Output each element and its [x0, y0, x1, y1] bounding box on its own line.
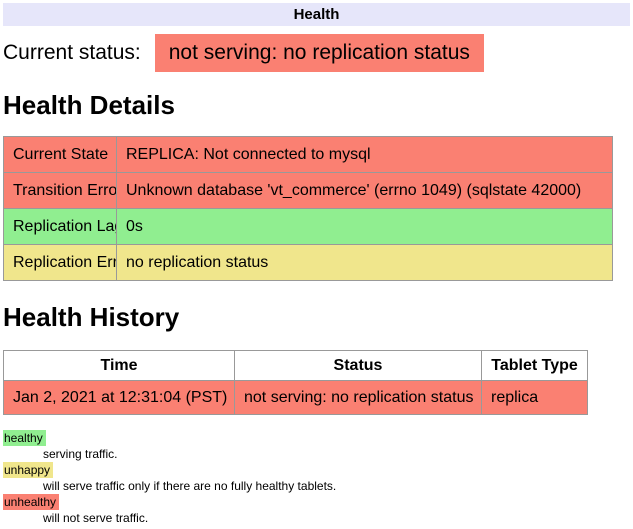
column-header-status: Status: [235, 351, 482, 381]
health-history-table: Time Status Tablet Type Jan 2, 2021 at 1…: [3, 350, 588, 415]
detail-label: Replication Lag: [4, 209, 117, 245]
legend-description: will not serve traffic.: [43, 510, 630, 526]
table-row: Transition Error Unknown database 'vt_co…: [4, 173, 613, 209]
legend-term-row: unhealthy: [3, 494, 630, 510]
detail-value: no replication status: [117, 245, 613, 281]
table-row: Replication Lag 0s: [4, 209, 613, 245]
current-status-label: Current status:: [3, 41, 141, 65]
detail-label: Current State: [4, 137, 117, 173]
health-details-heading: Health Details: [3, 90, 630, 120]
history-tablet-type-cell: replica: [482, 381, 588, 415]
history-status-cell: not serving: no replication status: [235, 381, 482, 415]
status-legend: healthy serving traffic. unhappy will se…: [3, 430, 630, 526]
legend-term-row: unhappy: [3, 462, 630, 478]
current-status-line: Current status: not serving: no replicat…: [3, 34, 630, 72]
legend-description: serving traffic.: [43, 446, 630, 462]
legend-term-row: healthy: [3, 430, 630, 446]
legend-term: unhappy: [3, 462, 53, 478]
detail-value: 0s: [117, 209, 613, 245]
column-header-tablet-type: Tablet Type: [482, 351, 588, 381]
table-row: Replication Error no replication status: [4, 245, 613, 281]
health-history-heading: Health History: [3, 302, 630, 332]
health-details-table: Current State REPLICA: Not connected to …: [3, 136, 613, 281]
page-header: Health: [3, 3, 630, 26]
table-row: Current State REPLICA: Not connected to …: [4, 137, 613, 173]
detail-label: Transition Error: [4, 173, 117, 209]
column-header-time: Time: [4, 351, 235, 381]
table-header-row: Time Status Tablet Type: [4, 351, 588, 381]
detail-label: Replication Error: [4, 245, 117, 281]
detail-value: Unknown database 'vt_commerce' (errno 10…: [117, 173, 613, 209]
current-status-badge: not serving: no replication status: [155, 34, 484, 72]
page-title: Health: [294, 6, 340, 23]
detail-value: REPLICA: Not connected to mysql: [117, 137, 613, 173]
legend-term: healthy: [3, 430, 46, 446]
table-row: Jan 2, 2021 at 12:31:04 (PST) not servin…: [4, 381, 588, 415]
legend-description: will serve traffic only if there are no …: [43, 478, 630, 494]
history-time-cell: Jan 2, 2021 at 12:31:04 (PST): [4, 381, 235, 415]
legend-term: unhealthy: [3, 494, 59, 510]
